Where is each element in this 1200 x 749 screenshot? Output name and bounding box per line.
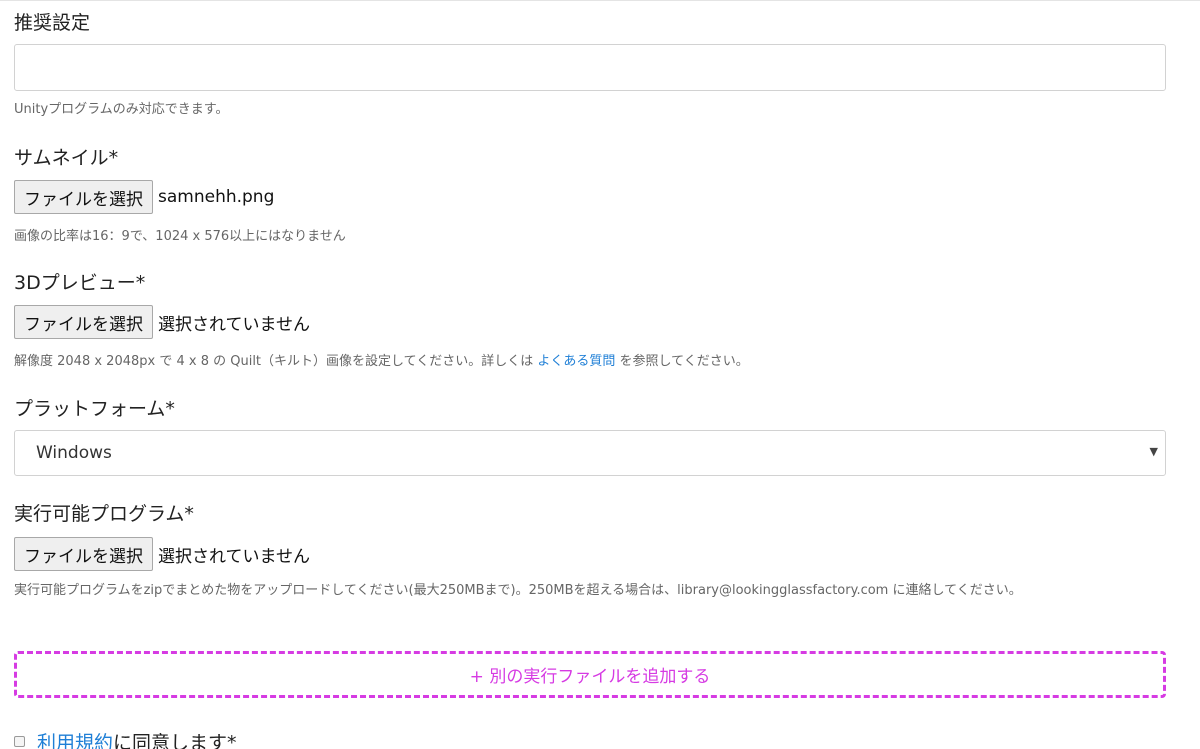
thumbnail-file-input: ファイルを選択 samnehh.png [14,180,274,214]
terms-checkbox[interactable] [14,736,25,747]
preview3d-help: 解像度 2048 x 2048px で 4 x 8 の Quilt（キルト）画像… [14,350,749,369]
recommended-input[interactable] [14,44,1166,91]
platform-label: プラットフォーム* [14,398,175,420]
platform-select[interactable]: Windows ▼ [14,430,1166,476]
preview3d-label: 3Dプレビュー* [14,272,146,294]
thumbnail-choose-file-button[interactable]: ファイルを選択 [14,180,153,214]
terms-link[interactable]: 利用規約 [37,728,113,749]
recommended-help: Unityプログラムのみ対応できます。 [14,102,229,117]
recommended-label: 推奨設定 [14,12,91,34]
thumbnail-help: 画像の比率は16：9で、1024 x 576以上にはなりません [14,229,346,244]
executable-file-input: ファイルを選択 選択されていません [14,537,310,571]
preview3d-file-name: 選択されていません [158,314,310,335]
preview3d-help-suffix: を参照してください。 [615,354,749,369]
thumbnail-label: サムネイル* [14,147,119,169]
executable-file-name: 選択されていません [158,546,310,567]
executable-help: 実行可能プログラムをzipでまとめた物をアップロードしてください(最大250MB… [14,583,1022,598]
platform-selected-value: Windows [36,443,112,463]
upload-form: 推奨設定 Unityプログラムのみ対応できます。 サムネイル* ファイルを選択 … [0,0,1200,749]
preview3d-file-input: ファイルを選択 選択されていません [14,305,310,339]
executable-label: 実行可能プログラム* [14,503,194,525]
preview3d-choose-file-button[interactable]: ファイルを選択 [14,305,153,339]
terms-agreement: 利用規約 に同意します* [14,728,237,749]
add-executable-button[interactable]: + 別の実行ファイルを追加する [14,651,1166,698]
thumbnail-file-name: samnehh.png [158,187,275,207]
caret-down-icon: ▼ [1149,445,1158,458]
executable-choose-file-button[interactable]: ファイルを選択 [14,537,153,571]
terms-suffix: に同意します* [113,732,237,749]
faq-link[interactable]: よくある質問 [537,354,615,369]
preview3d-help-prefix: 解像度 2048 x 2048px で 4 x 8 の Quilt（キルト）画像… [14,354,538,369]
